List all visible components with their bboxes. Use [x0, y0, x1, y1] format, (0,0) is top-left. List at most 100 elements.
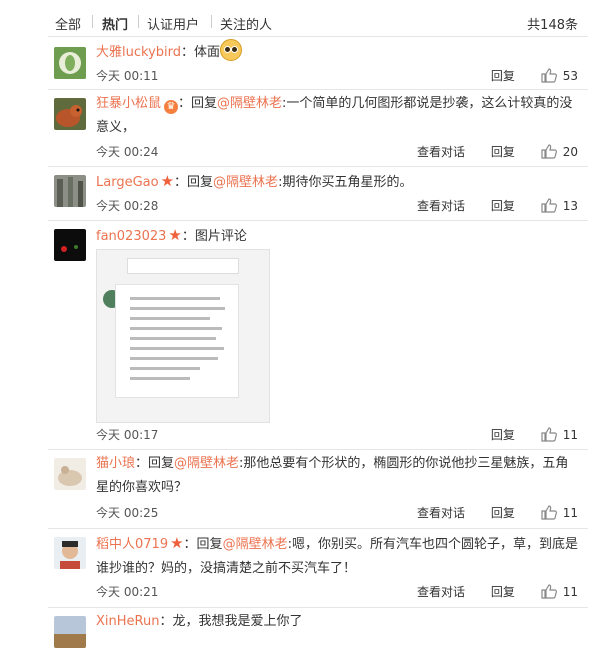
thumbs-up-icon [541, 505, 557, 520]
username-link[interactable]: 猫小琅 [96, 456, 135, 471]
like-button[interactable]: 11 [541, 427, 578, 442]
comment-item: 稻中人0719 ★：回复@隔壁林老:嗯，你别买。所有汽车也四个圆轮子，草，到底是谁… [48, 528, 588, 607]
timestamp: 今天 00:11 [96, 69, 159, 83]
image-text-line [130, 357, 218, 360]
comment-text: 狂暴小松鼠 ♛ ：回复@隔壁林老:一个简单的几何图形都说是抄袭，这么计较真的没意义， [96, 92, 578, 140]
username-link[interactable]: XinHeRun [96, 614, 159, 629]
tab-following[interactable]: 关注的人 [220, 14, 272, 33]
star-badge-icon: ★ [170, 534, 184, 552]
like-button[interactable]: 20 [541, 144, 578, 159]
mention-link[interactable]: @隔壁林老 [174, 456, 239, 471]
avatar-image [54, 175, 86, 207]
thumbs-up-icon [541, 68, 557, 83]
view-conversation-button[interactable]: 查看对话 [417, 583, 465, 600]
thumbs-up-icon [541, 584, 557, 599]
comment-text: XinHeRun：龙，我想我是爱上你了 [96, 610, 578, 634]
avatar[interactable] [54, 229, 86, 261]
comment-actions: 查看对话 回复 20 [395, 143, 578, 160]
like-count: 11 [562, 506, 578, 520]
avatar-image [54, 616, 86, 648]
avatar[interactable] [54, 98, 86, 130]
comment-text: 稻中人0719 ★：回复@隔壁林老:嗯，你别买。所有汽车也四个圆轮子，草，到底是谁… [96, 531, 578, 581]
avatar-image [54, 98, 86, 130]
username-link[interactable]: fan023023 [96, 229, 166, 244]
comment-item: 猫小琅：回复@隔壁林老:那他总要有个形状的，椭圆形的你说他抄三星魅族，五角星的你… [48, 449, 588, 528]
mention-link[interactable]: @隔壁林老 [217, 96, 282, 111]
image-text-line [130, 327, 222, 330]
avatar[interactable] [54, 175, 86, 207]
mention-link[interactable]: @隔壁林老 [213, 175, 278, 190]
tab-hot[interactable]: 热门 [102, 14, 128, 33]
thumbs-up-icon [541, 144, 557, 159]
comment-list: 大雅luckybird：体面 今天 00:11 回复 53 狂暴小松鼠 ♛ ：回复@… [48, 36, 588, 648]
username-link[interactable]: LargeGao [96, 175, 159, 190]
like-count: 11 [562, 428, 578, 442]
reply-button[interactable]: 回复 [491, 67, 515, 84]
username-link[interactable]: 狂暴小松鼠 [96, 96, 161, 111]
image-card [115, 284, 239, 398]
avatar[interactable] [54, 47, 86, 79]
avatar-image [54, 229, 86, 261]
timestamp: 今天 00:25 [96, 506, 159, 520]
tab-divider [211, 15, 212, 28]
separator: ：回复 [183, 537, 223, 552]
comment-item: 狂暴小松鼠 ♛ ：回复@隔壁林老:一个简单的几何图形都说是抄袭，这么计较真的没意义，… [48, 89, 588, 166]
thumbs-up-icon [541, 198, 557, 213]
comment-item: XinHeRun：龙，我想我是爱上你了 [48, 607, 588, 648]
reply-button[interactable]: 回复 [491, 504, 515, 521]
tab-all[interactable]: 全部 [55, 14, 81, 33]
timestamp: 今天 00:21 [96, 585, 159, 599]
separator: ： [159, 614, 173, 629]
reply-button[interactable]: 回复 [491, 143, 515, 160]
image-text-line [130, 317, 210, 320]
vip-badge-icon: ♛ [164, 100, 179, 114]
comment-body: 图片评论 [194, 229, 247, 244]
comment-item: 大雅luckybird：体面 今天 00:11 回复 53 [48, 36, 588, 89]
image-text-line [130, 337, 216, 340]
reply-button[interactable]: 回复 [491, 426, 515, 443]
comment-item: LargeGao ★：回复@隔壁林老:期待你买五角星形的。 今天 00:28 查看… [48, 166, 588, 220]
image-text-line [130, 367, 200, 370]
comment-actions: 回复 11 [469, 426, 578, 443]
like-button[interactable]: 11 [541, 505, 578, 520]
like-count: 13 [562, 199, 578, 213]
avatar-image [54, 47, 86, 79]
view-conversation-button[interactable]: 查看对话 [417, 197, 465, 214]
reply-button[interactable]: 回复 [491, 197, 515, 214]
like-button[interactable]: 53 [541, 68, 578, 83]
image-text-line [130, 297, 220, 300]
like-count: 11 [562, 585, 578, 599]
timestamp: 今天 00:28 [96, 199, 159, 213]
like-button[interactable]: 11 [541, 584, 578, 599]
thumbs-up-icon [541, 427, 557, 442]
comment-text: LargeGao ★：回复@隔壁林老:期待你买五角星形的。 [96, 169, 578, 195]
tab-verified[interactable]: 认证用户 [147, 14, 199, 33]
avatar[interactable] [54, 537, 86, 569]
view-conversation-button[interactable]: 查看对话 [417, 143, 465, 160]
reply-button[interactable]: 回复 [491, 583, 515, 600]
comment-actions: 回复 53 [469, 67, 578, 84]
view-conversation-button[interactable]: 查看对话 [417, 504, 465, 521]
tab-divider [138, 15, 139, 28]
comment-image[interactable] [96, 249, 270, 423]
comment-body: :期待你买五角星形的。 [278, 175, 413, 190]
like-button[interactable]: 13 [541, 198, 578, 213]
image-text-line [130, 347, 224, 350]
mention-link[interactable]: @隔壁林老 [223, 537, 288, 552]
emoji-icon [220, 39, 243, 61]
image-text-line [130, 307, 225, 310]
separator: ：回复 [135, 456, 175, 471]
comment-actions: 查看对话 回复 11 [395, 583, 578, 600]
comment-text: fan023023 ★：图片评论 [96, 223, 578, 249]
comment-body: 龙，我想我是爱上你了 [172, 614, 303, 629]
tab-divider [92, 15, 93, 28]
comment-item: fan023023 ★：图片评论 今天 00:17 回复 11 [48, 220, 588, 449]
username-link[interactable]: 稻中人0719 [96, 537, 168, 552]
comment-text: 大雅luckybird：体面 [96, 39, 578, 65]
separator: ： [181, 45, 195, 60]
username-link[interactable]: 大雅luckybird [96, 45, 181, 60]
avatar[interactable] [54, 458, 86, 490]
avatar[interactable] [54, 616, 86, 648]
star-badge-icon: ★ [160, 172, 175, 190]
image-header-bar [127, 258, 239, 274]
